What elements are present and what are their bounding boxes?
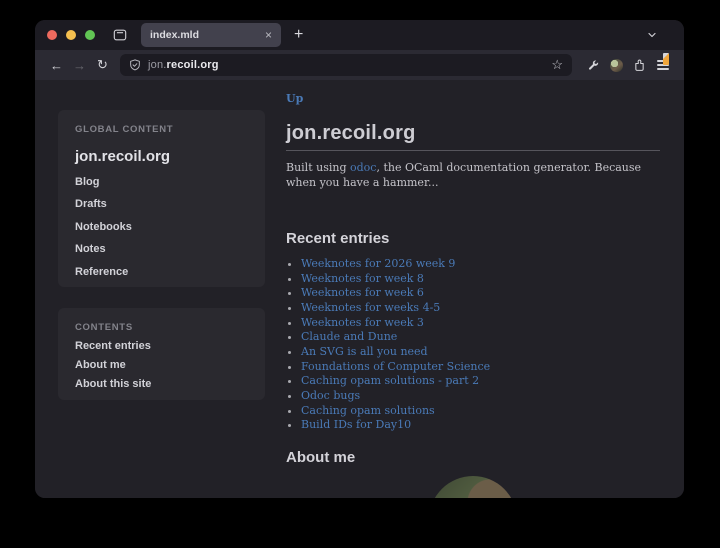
list-item: Weeknotes for week 8	[301, 272, 660, 287]
extension-avatar-icon[interactable]	[605, 59, 628, 72]
forward-button: →	[68, 58, 91, 73]
entry-link[interactable]: Claude and Dune	[301, 330, 397, 343]
browser-window: index.mld × + ← → ↻ jon.recoil.org ☆	[35, 20, 684, 498]
wrench-extension-icon[interactable]	[582, 59, 605, 72]
url-bar[interactable]: jon.recoil.org ☆	[120, 54, 572, 76]
list-item: Weeknotes for weeks 4-5	[301, 301, 660, 316]
close-tab-icon[interactable]: ×	[265, 29, 272, 41]
entry-link[interactable]: Weeknotes for week 8	[301, 272, 424, 285]
sidebar-global-header: GLOBAL CONTENT	[75, 124, 248, 135]
menu-hamburger-icon[interactable]	[651, 60, 674, 70]
sidebar-item-recent-entries[interactable]: Recent entries	[75, 341, 248, 352]
url-domain: recoil.org	[167, 59, 219, 71]
intro-prefix: Built using	[286, 161, 350, 174]
sidebar-item-notebooks[interactable]: Notebooks	[75, 221, 248, 233]
entry-link[interactable]: Foundations of Computer Science	[301, 360, 490, 373]
zoom-window-button[interactable]	[85, 30, 95, 40]
entry-link[interactable]: Weeknotes for week 6	[301, 286, 424, 299]
window-controls	[47, 30, 95, 40]
list-item: Weeknotes for week 6	[301, 286, 660, 301]
active-tab[interactable]: index.mld ×	[141, 23, 281, 47]
list-item: Claude and Dune	[301, 330, 660, 345]
tab-bar: index.mld × +	[35, 20, 684, 50]
recent-entries-heading: Recent entries	[286, 230, 660, 247]
entry-link[interactable]: Weeknotes for weeks 4-5	[301, 301, 440, 314]
new-tab-button[interactable]: +	[294, 26, 303, 44]
main-article: Up jon.recoil.org Built using odoc, the …	[286, 80, 660, 498]
entry-link[interactable]: Weeknotes for 2026 week 9	[301, 257, 455, 270]
sidebar-contents-nav: Recent entries About me About this site	[75, 341, 248, 390]
recent-entries-list: Weeknotes for 2026 week 9 Weeknotes for …	[286, 257, 660, 433]
close-window-button[interactable]	[47, 30, 57, 40]
sidebar-site-title-link[interactable]: jon.recoil.org	[75, 148, 248, 165]
profile-photo	[429, 476, 517, 498]
entry-link[interactable]: Weeknotes for week 3	[301, 316, 424, 329]
entry-link[interactable]: Caching opam solutions	[301, 404, 435, 417]
page-content: GLOBAL CONTENT jon.recoil.org Blog Draft…	[35, 80, 684, 498]
sidebar-global-nav: Blog Drafts Notebooks Notes Reference	[75, 176, 248, 278]
firefox-view-icon[interactable]	[113, 28, 127, 42]
url-subdomain: jon.	[148, 59, 167, 71]
list-item: Caching opam solutions	[301, 404, 660, 419]
list-item: Weeknotes for week 3	[301, 316, 660, 331]
list-item: Odoc bugs	[301, 389, 660, 404]
sidebar-item-blog[interactable]: Blog	[75, 176, 248, 188]
up-link[interactable]: Up	[286, 92, 303, 105]
page-title: jon.recoil.org	[286, 122, 660, 151]
back-button[interactable]: ←	[45, 58, 68, 73]
sidebar-item-about-me[interactable]: About me	[75, 360, 248, 371]
list-item: Build IDs for Day10	[301, 418, 660, 433]
sidebar-item-reference[interactable]: Reference	[75, 266, 248, 278]
sidebar-contents-header: CONTENTS	[75, 322, 248, 333]
list-item: Foundations of Computer Science	[301, 360, 660, 375]
sidebar-global-content: GLOBAL CONTENT jon.recoil.org Blog Draft…	[58, 110, 265, 287]
sidebar-contents: CONTENTS Recent entries About me About t…	[58, 308, 265, 400]
tab-title: index.mld	[150, 29, 259, 41]
reload-button[interactable]: ↻	[91, 57, 114, 73]
sidebar-item-about-this-site[interactable]: About this site	[75, 379, 248, 390]
about-me-heading: About me	[286, 449, 660, 466]
entry-link[interactable]: An SVG is all you need	[301, 345, 428, 358]
odoc-link[interactable]: odoc	[350, 161, 376, 174]
intro-paragraph: Built using odoc, the OCaml documentatio…	[286, 161, 660, 190]
minimize-window-button[interactable]	[66, 30, 76, 40]
list-item: Caching opam solutions - part 2	[301, 374, 660, 389]
list-item: An SVG is all you need	[301, 345, 660, 360]
entry-link[interactable]: Odoc bugs	[301, 389, 360, 402]
update-badge	[663, 53, 669, 65]
shield-icon[interactable]	[129, 59, 141, 71]
sidebar-item-notes[interactable]: Notes	[75, 243, 248, 255]
entry-link[interactable]: Build IDs for Day10	[301, 418, 411, 431]
entry-link[interactable]: Caching opam solutions - part 2	[301, 374, 479, 387]
list-item: Weeknotes for 2026 week 9	[301, 257, 660, 272]
extensions-icon[interactable]	[628, 59, 651, 72]
list-all-tabs-chevron-icon[interactable]	[646, 29, 658, 41]
sidebar-item-drafts[interactable]: Drafts	[75, 198, 248, 210]
url-text[interactable]: jon.recoil.org	[148, 59, 544, 71]
navigation-toolbar: ← → ↻ jon.recoil.org ☆	[35, 50, 684, 80]
bookmark-star-icon[interactable]: ☆	[551, 57, 563, 73]
